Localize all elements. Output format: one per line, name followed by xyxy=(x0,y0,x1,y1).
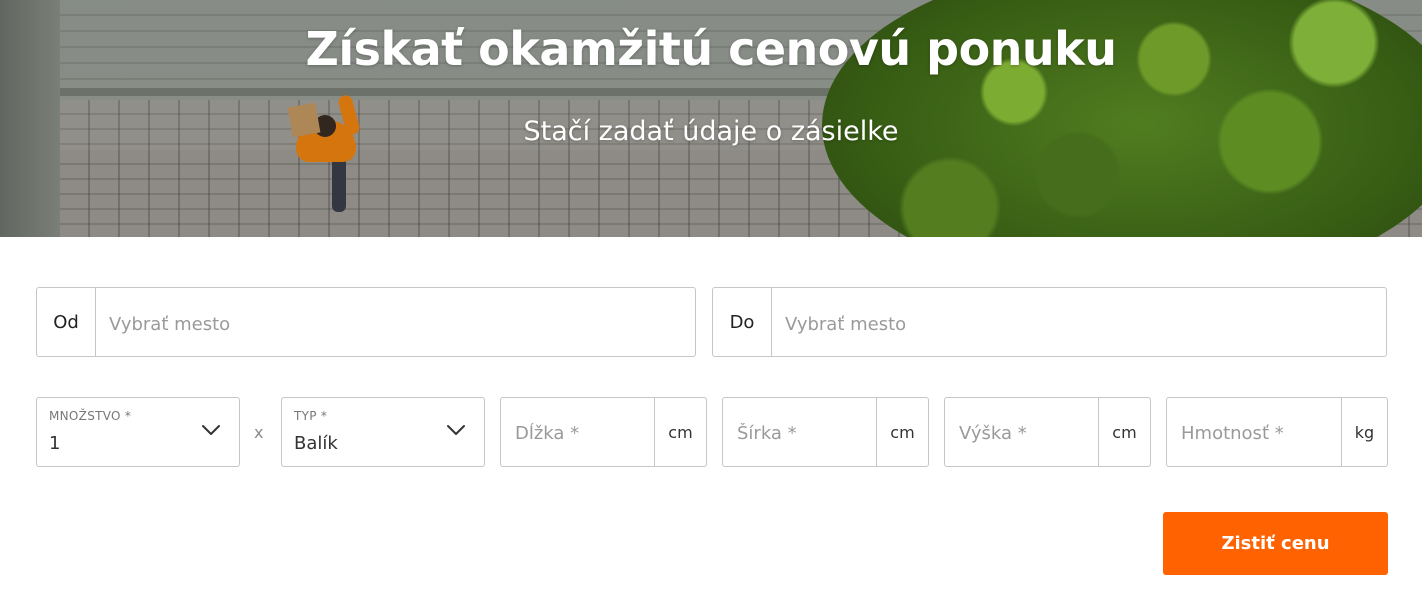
height-unit: cm xyxy=(1098,398,1150,466)
length-field[interactable]: cm xyxy=(500,397,707,467)
type-select[interactable]: TYP * Balík xyxy=(281,397,485,467)
height-input[interactable] xyxy=(945,398,1098,466)
multiply-sign: x xyxy=(254,423,264,442)
to-city-field[interactable]: Do xyxy=(712,287,1387,357)
from-city-field[interactable]: Od xyxy=(36,287,696,357)
to-city-input[interactable] xyxy=(772,288,1386,356)
length-unit: cm xyxy=(654,398,706,466)
type-label: TYP * xyxy=(294,409,328,423)
width-input[interactable] xyxy=(723,398,876,466)
from-city-input[interactable] xyxy=(96,288,695,356)
to-prefix-label: Do xyxy=(713,288,772,356)
length-input[interactable] xyxy=(501,398,654,466)
page-subtitle: Stačí zadať údaje o zásielke xyxy=(523,116,899,147)
chevron-down-icon xyxy=(202,425,220,435)
type-value: Balík xyxy=(294,433,338,454)
chevron-down-icon xyxy=(447,425,465,435)
weight-input[interactable] xyxy=(1167,398,1341,466)
from-prefix-label: Od xyxy=(37,288,96,356)
height-field[interactable]: cm xyxy=(944,397,1151,467)
hero-banner: Získať okamžitú cenovú ponuku Stačí zada… xyxy=(0,0,1422,237)
width-field[interactable]: cm xyxy=(722,397,929,467)
width-unit: cm xyxy=(876,398,928,466)
quantity-select[interactable]: MNOŽSTVO * 1 xyxy=(36,397,240,467)
get-price-button[interactable]: Zistiť cenu xyxy=(1163,512,1388,575)
page-title: Získať okamžitú cenovú ponuku xyxy=(305,22,1117,76)
weight-field[interactable]: kg xyxy=(1166,397,1388,467)
quantity-value: 1 xyxy=(49,433,61,454)
quantity-label: MNOŽSTVO * xyxy=(49,409,132,423)
weight-unit: kg xyxy=(1341,398,1387,466)
